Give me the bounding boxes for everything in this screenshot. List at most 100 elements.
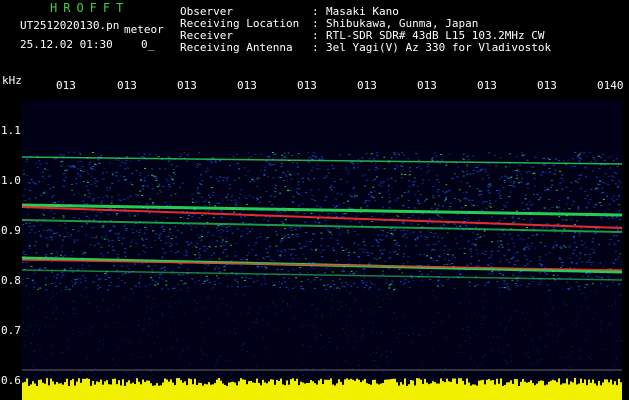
noise-speck bbox=[424, 238, 427, 240]
noise-speck bbox=[142, 244, 145, 246]
noise-speck bbox=[217, 267, 220, 269]
noise-speck bbox=[277, 210, 280, 212]
noise-speck bbox=[403, 192, 406, 193]
noise-speck bbox=[399, 333, 401, 335]
noise-level-bar bbox=[218, 378, 220, 400]
noise-speck bbox=[526, 171, 529, 173]
noise-speck bbox=[170, 178, 173, 180]
noise-speck bbox=[129, 195, 132, 197]
noise-speck bbox=[312, 198, 315, 200]
noise-speck bbox=[256, 275, 259, 277]
noise-speck bbox=[409, 170, 412, 172]
noise-speck bbox=[581, 293, 582, 295]
noise-speck bbox=[106, 310, 108, 312]
noise-speck bbox=[404, 279, 407, 281]
noise-speck bbox=[233, 211, 236, 213]
noise-speck bbox=[310, 281, 313, 283]
noise-level-bar bbox=[114, 378, 116, 400]
noise-level-bar bbox=[384, 379, 386, 400]
noise-speck bbox=[329, 286, 332, 288]
noise-speck bbox=[388, 202, 391, 203]
noise-speck bbox=[285, 175, 288, 177]
noise-speck bbox=[374, 284, 376, 286]
noise-speck bbox=[37, 288, 39, 290]
noise-speck bbox=[218, 271, 221, 273]
noise-speck bbox=[203, 226, 206, 228]
noise-speck bbox=[167, 156, 170, 158]
noise-speck bbox=[489, 183, 492, 185]
noise-speck bbox=[95, 237, 98, 239]
noise-speck bbox=[28, 246, 31, 247]
noise-speck bbox=[215, 202, 218, 204]
noise-speck bbox=[443, 264, 445, 266]
noise-speck bbox=[600, 328, 602, 330]
noise-speck bbox=[137, 201, 140, 203]
noise-speck bbox=[78, 218, 81, 219]
noise-speck bbox=[108, 277, 110, 279]
noise-speck bbox=[50, 298, 52, 300]
noise-level-bar bbox=[296, 378, 298, 400]
noise-speck bbox=[328, 292, 330, 294]
noise-speck bbox=[482, 252, 485, 254]
noise-level-bar bbox=[408, 384, 410, 400]
noise-speck bbox=[36, 221, 39, 223]
noise-speck bbox=[368, 169, 371, 171]
noise-speck bbox=[172, 169, 175, 170]
noise-speck bbox=[407, 190, 410, 192]
noise-speck bbox=[568, 258, 571, 259]
noise-speck bbox=[108, 230, 111, 232]
noise-speck bbox=[397, 153, 400, 155]
noise-speck bbox=[363, 268, 365, 270]
noise-speck bbox=[217, 202, 220, 204]
noise-speck bbox=[129, 299, 131, 301]
noise-speck bbox=[331, 164, 334, 166]
noise-speck bbox=[86, 372, 88, 373]
noise-speck bbox=[445, 190, 448, 192]
noise-speck bbox=[226, 359, 227, 361]
noise-speck bbox=[100, 278, 103, 280]
noise-speck bbox=[124, 327, 126, 329]
noise-speck bbox=[552, 164, 555, 166]
noise-speck bbox=[438, 162, 441, 164]
noise-speck bbox=[387, 268, 390, 270]
noise-speck bbox=[475, 226, 477, 228]
noise-speck bbox=[45, 163, 48, 164]
noise-speck bbox=[616, 186, 619, 188]
noise-speck bbox=[346, 290, 348, 292]
noise-speck bbox=[146, 238, 149, 240]
noise-speck bbox=[143, 251, 146, 253]
noise-speck bbox=[144, 226, 147, 228]
noise-speck bbox=[461, 352, 463, 353]
noise-speck bbox=[365, 179, 368, 181]
noise-speck bbox=[254, 354, 256, 356]
noise-speck bbox=[545, 227, 548, 228]
noise-speck bbox=[268, 156, 271, 158]
noise-speck bbox=[299, 266, 302, 268]
noise-speck bbox=[255, 319, 257, 321]
noise-speck bbox=[279, 290, 281, 292]
noise-speck bbox=[561, 188, 564, 190]
noise-speck bbox=[466, 226, 469, 228]
noise-speck bbox=[579, 187, 582, 189]
noise-level-bar bbox=[458, 378, 460, 400]
noise-speck bbox=[417, 238, 420, 240]
noise-speck bbox=[445, 368, 447, 370]
noise-speck bbox=[503, 255, 506, 257]
noise-level-bar bbox=[492, 380, 494, 400]
noise-level-bar bbox=[258, 382, 260, 400]
noise-speck bbox=[548, 208, 551, 210]
noise-speck bbox=[279, 212, 282, 214]
noise-speck bbox=[235, 202, 238, 204]
noise-level-bar bbox=[290, 379, 292, 400]
noise-speck bbox=[256, 177, 259, 179]
noise-speck bbox=[332, 247, 335, 249]
noise-speck bbox=[178, 186, 181, 188]
noise-level-bar bbox=[262, 379, 264, 400]
noise-speck bbox=[547, 158, 550, 160]
noise-level-bar bbox=[144, 382, 146, 400]
noise-speck bbox=[497, 233, 500, 235]
noise-speck bbox=[327, 284, 329, 286]
noise-speck bbox=[443, 253, 446, 255]
noise-speck bbox=[370, 153, 373, 155]
noise-speck bbox=[327, 168, 330, 170]
